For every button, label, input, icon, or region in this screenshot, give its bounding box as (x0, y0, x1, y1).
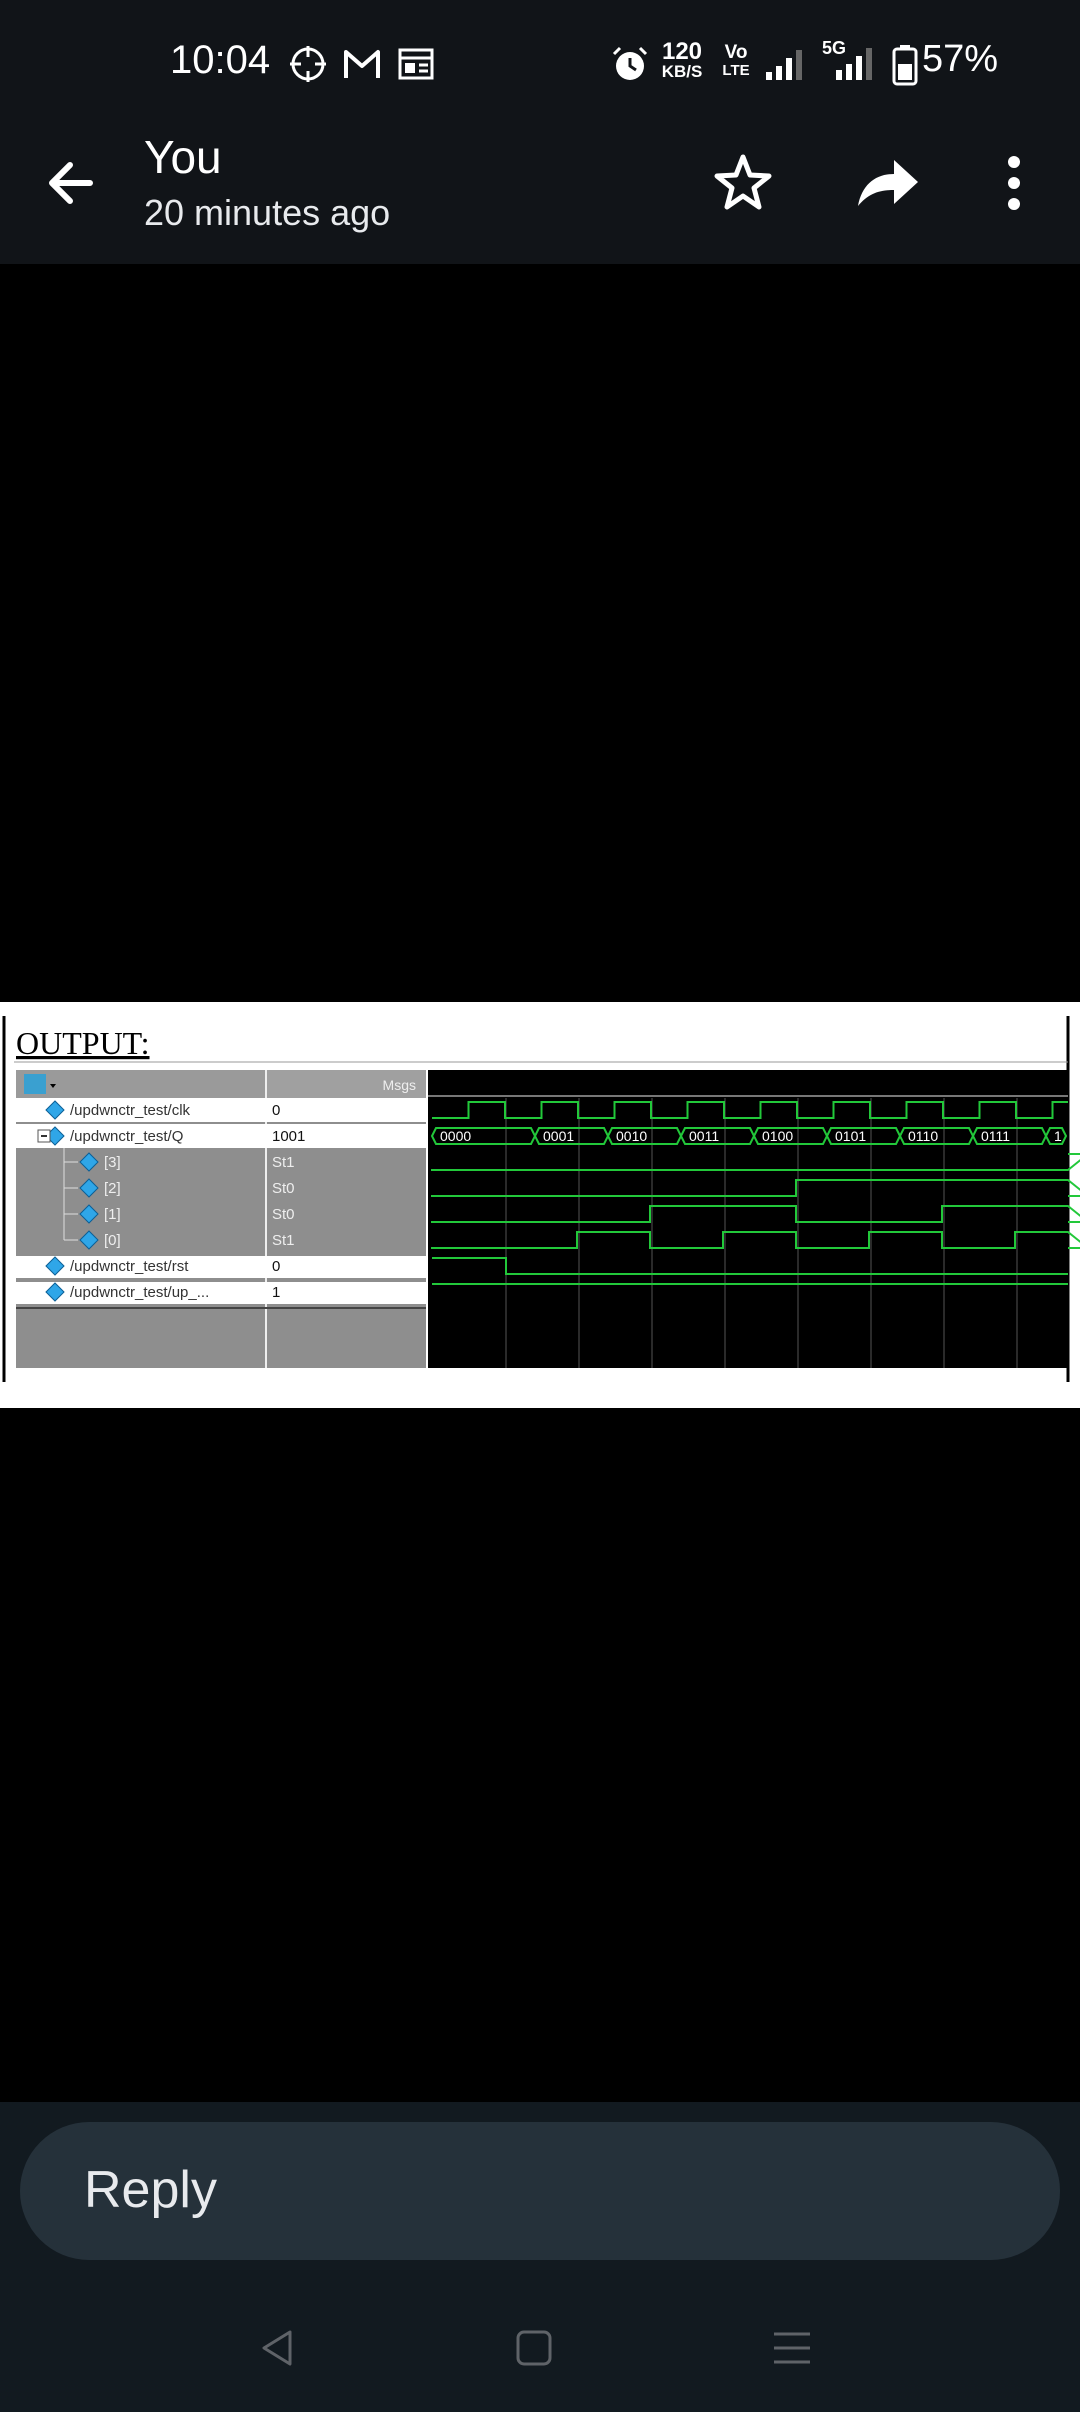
msgs-header: Msgs (383, 1077, 416, 1093)
gmail-icon (344, 50, 380, 78)
toolbar-icon (24, 1074, 46, 1094)
news-icon (398, 48, 434, 80)
signal-name: [2] (104, 1180, 121, 1197)
status-time: 10:04 (170, 38, 271, 82)
q-bus-value: 0001 (543, 1128, 574, 1144)
signal-name: [3] (104, 1154, 121, 1171)
back-nav-icon[interactable] (256, 2326, 300, 2370)
signal-value: 1 (272, 1284, 280, 1301)
q-bus-value: 0000 (440, 1128, 471, 1144)
signal-name: /updwnctr_test/Q (70, 1128, 183, 1145)
reply-button[interactable]: Reply (20, 2122, 1060, 2260)
app-bar: You 20 minutes ago (0, 130, 1080, 264)
net-speed: 120 KB/S (661, 38, 703, 82)
volte-indicator: Vo LTE (722, 42, 750, 79)
signal-value: St0 (272, 1180, 295, 1197)
q-bus-value: 0101 (835, 1128, 866, 1144)
back-arrow-icon[interactable] (38, 148, 108, 218)
sender-name: You (144, 131, 222, 183)
more-vert-icon[interactable] (994, 148, 1034, 218)
status-bar: 10:04 120 KB/S Vo LTE 5G 57% (0, 0, 1080, 130)
q-bus-value: 0110 (908, 1128, 938, 1144)
battery-icon (892, 45, 918, 86)
signal-value: 1001 (272, 1128, 305, 1145)
signal-name: /updwnctr_test/clk (70, 1102, 191, 1119)
q-bus-value: 0100 (762, 1128, 793, 1144)
q-bus-value: 1 (1054, 1128, 1062, 1144)
attachment-image[interactable]: OUTPUT: Msgs /updwnctr_test/clk 0/updwnct… (0, 1002, 1080, 1408)
recents-nav-icon[interactable] (770, 2326, 814, 2370)
signal-5g-icon (836, 48, 872, 80)
signal-value: St0 (272, 1206, 295, 1223)
share-icon[interactable] (850, 148, 924, 218)
home-nav-icon[interactable] (512, 2326, 556, 2370)
signal-name: /updwnctr_test/up_... (70, 1284, 209, 1301)
alarm-icon (612, 46, 648, 80)
q-bus-value: 0011 (689, 1128, 719, 1144)
reply-label: Reply (84, 2161, 217, 2219)
crosshair-icon (290, 46, 326, 82)
signal-value: 0 (272, 1258, 280, 1275)
star-icon[interactable] (708, 148, 778, 218)
battery-percent: 57% (922, 38, 999, 80)
output-heading: OUTPUT: (16, 1025, 150, 1061)
signal-value: St1 (272, 1232, 295, 1249)
signal-icon (766, 50, 802, 80)
signal-value: St1 (272, 1154, 295, 1171)
reply-area: Reply (0, 2102, 1080, 2412)
timestamp: 20 minutes ago (144, 192, 391, 233)
waveform-screenshot: OUTPUT: Msgs /updwnctr_test/clk 0/updwnct… (0, 1002, 1080, 1408)
q-bus-value: 0111 (981, 1128, 1010, 1144)
signal-value: 0 (272, 1102, 280, 1119)
signal-name: /updwnctr_test/rst (70, 1258, 189, 1275)
q-bus-value: 0010 (616, 1128, 647, 1144)
signal-name: [1] (104, 1206, 121, 1223)
signal-name: [0] (104, 1232, 121, 1249)
